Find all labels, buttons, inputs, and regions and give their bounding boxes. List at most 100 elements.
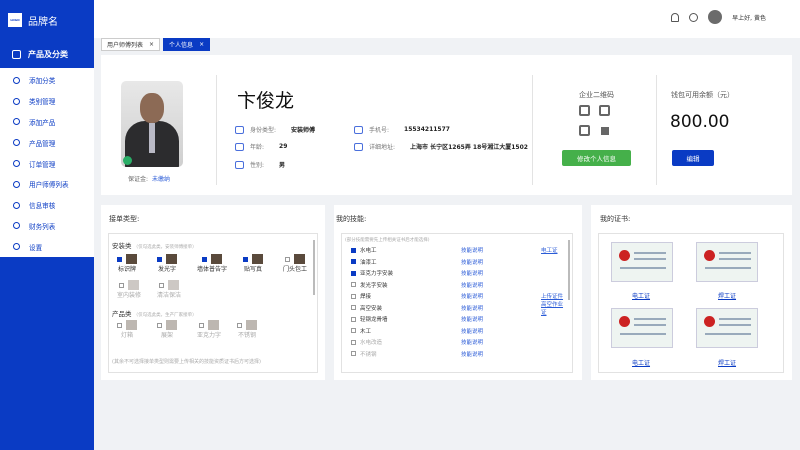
- checkbox[interactable]: [351, 247, 356, 253]
- skill-row: 亚克力字安装 技能说明: [351, 269, 566, 277]
- order-item[interactable]: 发光字: [157, 254, 177, 273]
- certificate-label[interactable]: 电工证: [632, 291, 650, 300]
- certificate-image[interactable]: [611, 242, 673, 282]
- user-icon: [13, 76, 20, 84]
- scrollbar[interactable]: [313, 240, 315, 295]
- order-item[interactable]: 标识牌: [117, 254, 137, 273]
- skill-info-link[interactable]: 技能说明: [461, 304, 483, 312]
- checkbox[interactable]: [117, 256, 122, 262]
- skill-info-link[interactable]: 技能说明: [461, 292, 483, 300]
- edit-button[interactable]: 编辑: [672, 150, 714, 166]
- sidebar-item-review[interactable]: 信息审核: [0, 195, 94, 216]
- skill-cert-link[interactable]: 高空作业证: [541, 300, 566, 316]
- sidebar-item-product-manage[interactable]: 产品管理: [0, 132, 94, 153]
- skill-label: 油漆工: [360, 259, 377, 266]
- skill-info-link[interactable]: 技能说明: [461, 258, 483, 266]
- field-type: 身份类型: 安装师傅: [235, 125, 315, 134]
- checkbox[interactable]: [157, 256, 162, 262]
- checkbox: [117, 322, 122, 328]
- item-label: 不锈钢: [237, 332, 256, 339]
- scrollbar[interactable]: [568, 240, 570, 300]
- order-types-box: 安装类 （仅勾选此类，安装师傅接单） 标识牌 发光字 墙体普告字 贴写真 门头包…: [108, 233, 318, 373]
- certificate-image[interactable]: [696, 308, 758, 348]
- skill-info-link[interactable]: 技能说明: [461, 350, 483, 358]
- checkbox[interactable]: [351, 351, 356, 356]
- sidebar-item-users[interactable]: 用户师傅列表: [0, 174, 94, 195]
- checkbox[interactable]: [351, 270, 356, 276]
- profile-name: 卞俊龙: [237, 90, 295, 112]
- field-label: 手机号:: [369, 127, 390, 134]
- install-hint: （仅勾选此类，安装师傅接单）: [133, 245, 197, 250]
- certificate-label[interactable]: 焊工证: [718, 358, 736, 367]
- skill-row: 不锈钢 技能说明: [351, 350, 566, 358]
- install-group: 安装类 （仅勾选此类，安装师傅接单）: [112, 240, 197, 250]
- skill-label: 轻钢龙骨墙: [360, 317, 388, 323]
- checkbox[interactable]: [351, 328, 356, 333]
- item-label: 贴写真: [243, 266, 262, 273]
- tab-personal-info[interactable]: 个人信息 ×: [163, 38, 211, 51]
- plus-icon: [13, 118, 20, 126]
- close-icon[interactable]: ×: [199, 41, 204, 48]
- user-greeting[interactable]: 早上好, 黄色: [732, 13, 766, 22]
- checkbox[interactable]: [285, 256, 290, 262]
- item-label: 室内装修: [117, 292, 142, 299]
- checkbox: [237, 322, 242, 328]
- sidebar-item-add-product[interactable]: 添加产品: [0, 112, 94, 133]
- skill-row: 水电改造 技能说明: [351, 338, 566, 346]
- sidebar-item-orders[interactable]: 订单管理: [0, 153, 94, 174]
- checkbox[interactable]: [202, 256, 207, 262]
- item-label: 标识牌: [117, 266, 136, 273]
- sidebar-category[interactable]: 产品及分类: [0, 40, 94, 68]
- sidebar-item-label: 订单管理: [29, 160, 56, 169]
- checkbox[interactable]: [351, 339, 356, 345]
- skills-hint: (部分技能需要先上传相关证书后才能选择): [345, 238, 430, 243]
- bell-icon[interactable]: [671, 12, 680, 22]
- edit-info-button[interactable]: 修改个人信息: [562, 150, 631, 166]
- field-gender: 性别: 男: [235, 160, 285, 169]
- order-item[interactable]: 贴写真: [243, 254, 263, 273]
- guarantor: 保证金: 未缴纳: [128, 174, 170, 183]
- sidebar-item-finance[interactable]: 财务列表: [0, 216, 94, 237]
- field-value: 15534211577: [404, 126, 450, 133]
- skill-info-link[interactable]: 技能说明: [461, 269, 483, 277]
- skill-info-link[interactable]: 技能说明: [461, 315, 483, 323]
- skill-info-link[interactable]: 技能说明: [461, 338, 483, 346]
- skill-label: 水电工: [360, 248, 377, 254]
- sidebar-item-label: 添加分类: [29, 77, 56, 86]
- certificate-label[interactable]: 焊工证: [718, 291, 736, 300]
- certificate-image[interactable]: [611, 308, 673, 348]
- info-icon[interactable]: [689, 12, 699, 22]
- sidebar-menu: 添加分类 类别管理 添加产品 产品管理 订单管理 用户师傅列表 信息审核 财务列…: [0, 68, 94, 258]
- sidebar-item-add-category[interactable]: 添加分类: [0, 70, 94, 91]
- order-item: 清洁保洁: [157, 280, 181, 299]
- skill-info-link[interactable]: 技能说明: [461, 281, 483, 289]
- skill-cert-link[interactable]: 电工证: [541, 246, 558, 254]
- checkbox[interactable]: [351, 293, 356, 299]
- close-icon[interactable]: ×: [149, 41, 154, 48]
- skill-info-link[interactable]: 技能说明: [461, 246, 483, 254]
- guarantor-status-link[interactable]: 未缴纳: [152, 176, 170, 183]
- skill-info-link[interactable]: 技能说明: [461, 327, 483, 335]
- order-footer-note: (其余不可选择接单类型则需要上传相关的技能资质证书后方可选择): [112, 359, 261, 365]
- order-item[interactable]: 墙体普告字: [197, 254, 227, 273]
- sidebar-item-settings[interactable]: 设置: [0, 236, 94, 257]
- certificate-label[interactable]: 电工证: [632, 358, 650, 367]
- avatar[interactable]: [708, 10, 723, 24]
- checkbox[interactable]: [243, 256, 248, 262]
- qr-label: 企业二维码: [579, 91, 614, 99]
- skill-row: 木工 技能说明: [351, 327, 566, 335]
- certificate-image[interactable]: [696, 242, 758, 282]
- checkbox[interactable]: [351, 316, 356, 322]
- certs-panel: 我的证书: 电工证 焊工证 电工证 焊工证: [591, 205, 792, 380]
- order-item[interactable]: 门头包工: [283, 254, 307, 273]
- sidebar-item-label: 类别管理: [29, 98, 56, 107]
- skill-label: 高空安装: [360, 305, 383, 312]
- tab-user-list[interactable]: 用户师傅列表 ×: [101, 38, 161, 51]
- checkbox[interactable]: [351, 259, 356, 264]
- sidebar-item-category-manage[interactable]: 类别管理: [0, 91, 94, 112]
- users-icon: [13, 180, 20, 188]
- checkbox[interactable]: [351, 305, 356, 310]
- product-label: 产品类: [112, 310, 132, 318]
- certs-box: 电工证 焊工证 电工证 焊工证: [598, 233, 784, 373]
- checkbox[interactable]: [351, 282, 356, 287]
